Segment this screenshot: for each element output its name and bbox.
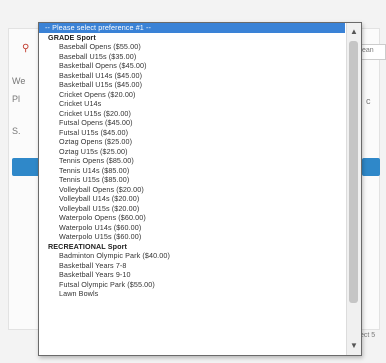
option-item[interactable]: Volleyball U14s ($20.00)	[39, 194, 345, 204]
option-item[interactable]: Basketball U15s ($45.00)	[39, 80, 345, 90]
bg-text-we: We	[12, 76, 26, 86]
option-item[interactable]: Volleyball Opens ($20.00)	[39, 185, 345, 195]
option-item[interactable]: Futsal Olympic Park ($55.00)	[39, 280, 345, 290]
option-item[interactable]: Badminton Olympic Park ($40.00)	[39, 251, 345, 261]
scroll-up-icon[interactable]: ▲	[349, 27, 359, 37]
bg-text-s: S.	[12, 126, 21, 136]
option-item[interactable]: Cricket Opens ($20.00)	[39, 90, 345, 100]
bg-button-right[interactable]	[362, 158, 380, 176]
option-item[interactable]: Lawn Bowls	[39, 289, 345, 299]
option-item[interactable]: Baseball Opens ($55.00)	[39, 42, 345, 52]
preference-dropdown-list[interactable]: -- Please select preference #1 -- GRADE …	[38, 22, 362, 356]
option-item[interactable]: Tennis Opens ($85.00)	[39, 156, 345, 166]
option-item[interactable]: Basketball Years 9-10	[39, 270, 345, 280]
warning-icon: ⚲	[22, 43, 30, 54]
optgroup-label: GRADE Sport	[48, 32, 96, 42]
optgroup-label: RECREATIONAL Sport	[48, 241, 127, 251]
option-item[interactable]: Baseball U15s ($35.00)	[39, 52, 345, 62]
bg-text-right: ean	[362, 47, 374, 54]
option-item[interactable]: Cricket U15s ($20.00)	[39, 109, 345, 119]
option-item[interactable]: Basketball Years 7-8	[39, 261, 345, 271]
option-item[interactable]: Waterpolo Opens ($60.00)	[39, 213, 345, 223]
scroll-thumb[interactable]	[349, 41, 358, 303]
option-item[interactable]: Waterpolo U15s ($60.00)	[39, 232, 345, 242]
option-item[interactable]: Basketball U14s ($45.00)	[39, 71, 345, 81]
dropdown-scrollbar[interactable]: ▲ ▼	[346, 23, 361, 355]
option-item[interactable]: Futsal Opens ($45.00)	[39, 118, 345, 128]
option-list: -- Please select preference #1 -- GRADE …	[39, 23, 345, 299]
option-item[interactable]: Tennis U15s ($85.00)	[39, 175, 345, 185]
option-item[interactable]: Cricket U14s	[39, 99, 345, 109]
option-item[interactable]: Waterpolo U14s ($60.00)	[39, 223, 345, 233]
option-item[interactable]: Basketball Opens ($45.00)	[39, 61, 345, 71]
bg-text-c: c	[366, 96, 371, 106]
option-item[interactable]: Oztag Opens ($25.00)	[39, 137, 345, 147]
option-item[interactable]: Oztag U15s ($25.00)	[39, 147, 345, 157]
bg-text-pl: Pl	[12, 94, 21, 104]
bg-text-bottom: ect 5	[360, 332, 376, 339]
option-placeholder[interactable]: -- Please select preference #1 --	[39, 23, 345, 33]
scroll-down-icon[interactable]: ▼	[349, 341, 359, 351]
option-item[interactable]: Tennis U14s ($85.00)	[39, 166, 345, 176]
bg-button-left[interactable]	[12, 158, 40, 176]
option-item[interactable]: Volleyball U15s ($20.00)	[39, 204, 345, 214]
option-item[interactable]: Futsal U15s ($45.00)	[39, 128, 345, 138]
